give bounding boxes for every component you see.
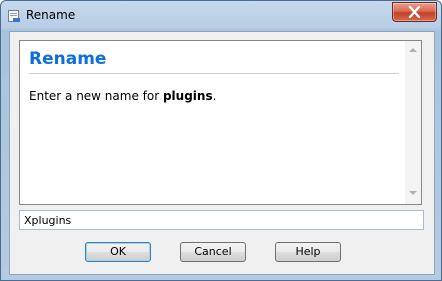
rename-dialog-icon [7, 8, 21, 22]
dialog-heading: Rename [29, 49, 107, 69]
rename-dialog-window: Rename Rename Enter a new name for plugi… [0, 0, 442, 281]
info-pane: Rename Enter a new name for plugins. [19, 40, 422, 205]
cancel-button[interactable]: Cancel [180, 242, 246, 262]
heading-divider [29, 73, 399, 74]
ok-button[interactable]: OK [85, 242, 151, 262]
window-title: Rename [26, 8, 76, 22]
message-suffix: . [212, 89, 217, 103]
close-icon [408, 6, 421, 18]
vertical-scrollbar[interactable] [405, 41, 421, 204]
dialog-body: Rename Enter a new name for plugins. OK … [9, 31, 435, 275]
title-bar[interactable]: Rename [1, 1, 441, 31]
scroll-up-icon[interactable] [409, 48, 417, 52]
target-name: plugins [162, 89, 213, 103]
message-prefix: Enter a new name for [29, 89, 163, 103]
help-button[interactable]: Help [275, 242, 341, 262]
close-button[interactable] [392, 2, 437, 22]
dialog-message: Enter a new name for plugins. [29, 89, 216, 103]
scroll-down-icon[interactable] [409, 191, 417, 195]
new-name-input[interactable] [19, 210, 424, 230]
